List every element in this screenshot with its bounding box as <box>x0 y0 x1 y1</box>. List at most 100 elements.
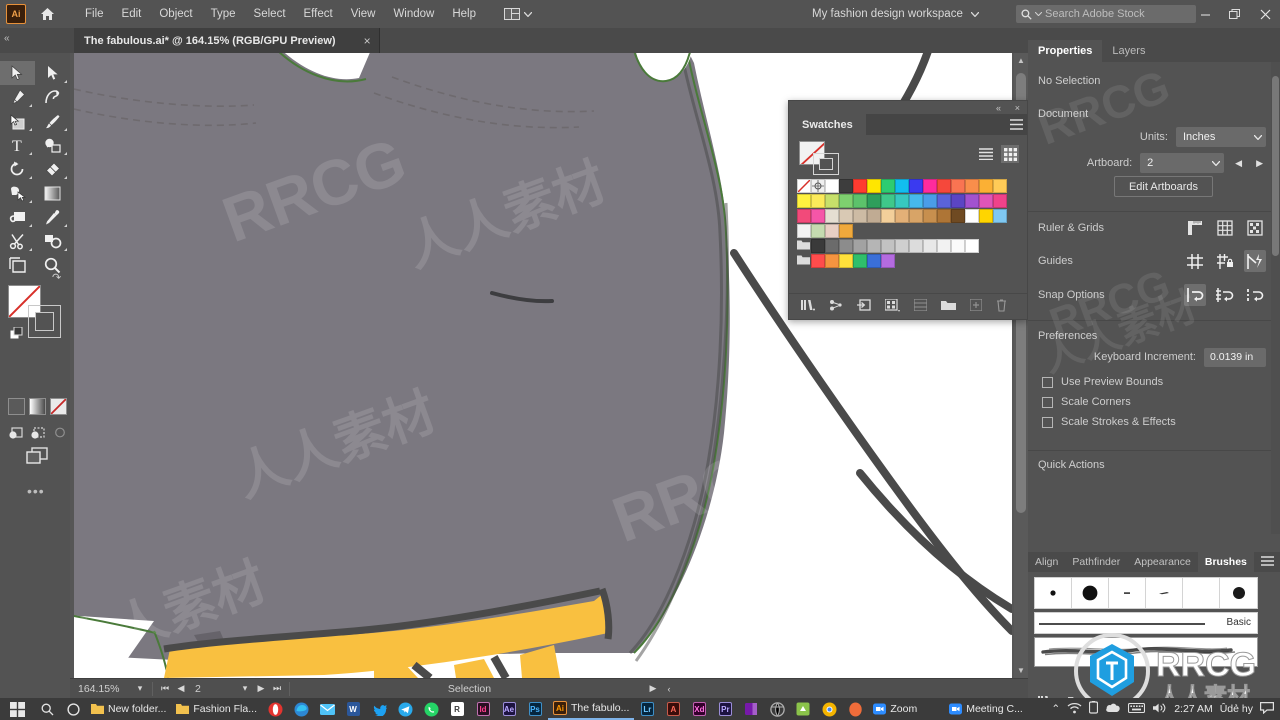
eraser-tool[interactable] <box>35 157 70 181</box>
swap-fill-stroke-icon[interactable]: ↷ <box>52 271 61 284</box>
taskbar-item-whatsapp[interactable] <box>418 702 444 717</box>
tab-properties[interactable]: Properties <box>1028 40 1103 62</box>
gradient-fill-button[interactable] <box>29 398 46 415</box>
next-artboard-button[interactable]: ▶ <box>1253 158 1266 169</box>
close-button[interactable] <box>1250 0 1280 28</box>
swatch-color[interactable] <box>951 239 965 253</box>
scroll-down-icon[interactable]: ▼ <box>1017 666 1025 675</box>
scale-strokes-effects-row[interactable]: Scale Strokes & Effects <box>1028 412 1280 432</box>
home-icon[interactable] <box>34 0 60 28</box>
taskbar-item-chrome-alt[interactable] <box>764 701 790 717</box>
none-fill-button[interactable] <box>50 398 67 415</box>
taskbar-item-zoom[interactable]: Zoom <box>868 698 922 720</box>
swatch-color[interactable] <box>881 239 895 253</box>
draw-behind-button[interactable] <box>30 425 46 443</box>
swatch-color[interactable] <box>797 209 811 223</box>
arrange-documents-button[interactable] <box>499 5 537 23</box>
swatch-color[interactable] <box>839 254 853 268</box>
swatch-color[interactable] <box>993 179 1007 193</box>
brush-preset-empty[interactable] <box>1183 578 1220 608</box>
swatches-close-icon[interactable]: × <box>1015 103 1020 113</box>
swatch-color[interactable] <box>951 209 965 223</box>
taskbar-item-after-effects[interactable]: Ae <box>496 702 522 716</box>
snap-to-grid-icon[interactable] <box>1214 284 1236 306</box>
swatches-panel-menu-icon[interactable] <box>1010 119 1023 133</box>
delete-swatch-icon[interactable] <box>996 298 1007 315</box>
taskbar-item-acrobat[interactable]: A <box>660 702 686 716</box>
tab-align[interactable]: Align <box>1028 552 1065 572</box>
swatch-color[interactable] <box>839 209 853 223</box>
swatches-tab[interactable]: Swatches <box>789 114 866 135</box>
show-libraries-icon[interactable] <box>857 298 871 315</box>
swatch-color[interactable] <box>839 194 853 208</box>
taskbar-item-twitter[interactable] <box>366 703 392 716</box>
swatch-color[interactable] <box>839 179 853 193</box>
swatch-color[interactable] <box>965 209 979 223</box>
swatch-color[interactable] <box>965 194 979 208</box>
swatch-color[interactable] <box>825 209 839 223</box>
use-preview-bounds-checkbox[interactable] <box>1042 376 1053 388</box>
add-anchor-point-tool[interactable] <box>0 109 35 133</box>
taskbar-item-illustrator[interactable]: Ai The fabulo... <box>548 698 635 720</box>
swatch-color[interactable] <box>853 179 867 193</box>
zoom-level-value[interactable]: 164.15% <box>70 683 132 695</box>
start-button[interactable] <box>0 701 34 717</box>
use-preview-bounds-row[interactable]: Use Preview Bounds <box>1028 372 1280 392</box>
swatch-color[interactable] <box>923 209 937 223</box>
scroll-up-icon[interactable]: ▲ <box>1017 56 1025 65</box>
adobe-stock-search[interactable]: Search Adobe Stock <box>1016 5 1196 23</box>
rotate-tool[interactable] <box>0 157 35 181</box>
taskbar-item-orange-app[interactable] <box>842 702 868 717</box>
artboard-tool[interactable] <box>0 253 35 277</box>
shape-builder-tool[interactable] <box>35 133 70 157</box>
menu-item-window[interactable]: Window <box>384 4 443 24</box>
swatch-color[interactable] <box>881 209 895 223</box>
taskbar-item-telegram[interactable] <box>392 702 418 717</box>
swatch-color[interactable] <box>951 179 965 193</box>
swatch-color[interactable] <box>993 209 1007 223</box>
document-tab[interactable]: The fabulous.ai* @ 164.15% (RGB/GPU Prev… <box>74 28 380 53</box>
status-menu-icon[interactable]: ▶ <box>645 683 661 694</box>
swatch-color[interactable] <box>965 179 979 193</box>
brush-preset-dash[interactable] <box>1109 578 1146 608</box>
next-artboard-button[interactable]: ▶ <box>253 683 269 694</box>
lock-guides-icon[interactable] <box>1214 250 1236 272</box>
swatch-color[interactable] <box>895 239 909 253</box>
swatch-kind-icon[interactable] <box>884 297 900 315</box>
snap-to-point-icon[interactable] <box>1184 284 1206 306</box>
swatch-color[interactable] <box>951 194 965 208</box>
screen-mode-button[interactable] <box>26 447 48 468</box>
swatch-color[interactable] <box>979 179 993 193</box>
collapse-panels-icon[interactable]: « <box>4 33 9 44</box>
artboard-dropdown-icon[interactable]: ▾ <box>237 683 253 694</box>
menu-item-view[interactable]: View <box>342 4 385 24</box>
swatch-libraries-icon[interactable] <box>801 299 815 314</box>
tab-appearance[interactable]: Appearance <box>1127 552 1198 572</box>
swatch-color[interactable] <box>909 209 923 223</box>
free-transform-tool[interactable] <box>0 181 35 205</box>
swatch-color[interactable] <box>937 194 951 208</box>
locale-indicator[interactable]: Ûdẻ hy <box>1220 703 1253 715</box>
swatch-color[interactable] <box>825 224 839 238</box>
taskbar-item-meeting[interactable]: Meeting C... <box>944 698 1028 720</box>
prev-artboard-button[interactable]: ◀ <box>1232 158 1245 169</box>
scrollbar-thumb[interactable] <box>1272 76 1279 256</box>
swatch-color[interactable] <box>825 179 839 193</box>
menu-item-file[interactable]: File <box>76 4 113 24</box>
eyedropper-tool[interactable] <box>35 205 70 229</box>
brush-preset-tapered[interactable] <box>1146 578 1183 608</box>
taskbar-item-chrome[interactable] <box>816 702 842 717</box>
brush-preset-dot-small[interactable] <box>1035 578 1072 608</box>
blend-tool[interactable] <box>35 229 70 253</box>
swatch-color[interactable] <box>797 224 811 238</box>
draw-normal-button[interactable] <box>8 425 24 443</box>
shaper-tool[interactable] <box>0 205 35 229</box>
swatch-color[interactable] <box>979 194 993 208</box>
taskbar-item-new-folder[interactable]: New folder... <box>86 698 171 720</box>
color-fill-button[interactable] <box>8 398 25 415</box>
smart-guides-icon[interactable] <box>1244 250 1266 272</box>
scale-strokes-effects-checkbox[interactable] <box>1042 416 1053 428</box>
tab-brushes[interactable]: Brushes <box>1197 552 1254 572</box>
swatch-none[interactable] <box>797 179 811 193</box>
taskbar-item-onenote[interactable] <box>738 702 764 716</box>
